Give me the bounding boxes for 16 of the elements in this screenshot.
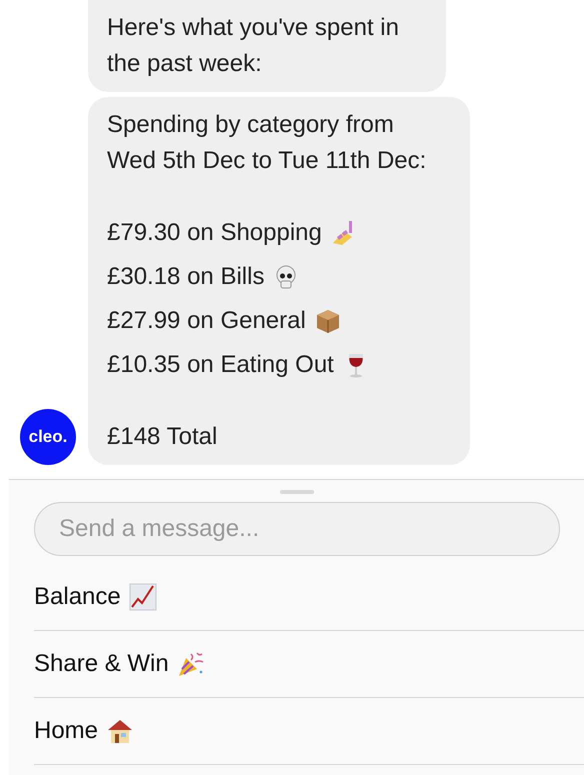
- spending-line: £27.99 on General: [107, 306, 306, 336]
- spending-line: £10.35 on Eating Out: [107, 350, 334, 380]
- avatar: cleo.: [20, 409, 76, 465]
- drag-handle[interactable]: [280, 490, 314, 494]
- summary-heading: Spending by category from Wed 5th Dec to Tue 11th Dec:: [107, 110, 428, 176]
- house-icon: [106, 717, 134, 745]
- party-popper-icon: [176, 650, 205, 678]
- quick-reply[interactable]: Home: [34, 698, 584, 765]
- spending-line: £79.30 on Shopping: [107, 218, 322, 248]
- quick-reply[interactable]: Balance: [34, 564, 584, 631]
- message-field[interactable]: Send a message...: [34, 502, 560, 556]
- total-line: £148 Total: [107, 422, 218, 452]
- message-bubble: Here's what you've spent in the past week:: [88, 0, 446, 92]
- chart-icon: [128, 583, 157, 611]
- spending-line: £30.18 on Bills: [107, 262, 264, 292]
- quick-reply[interactable]: Share & Win: [34, 631, 584, 698]
